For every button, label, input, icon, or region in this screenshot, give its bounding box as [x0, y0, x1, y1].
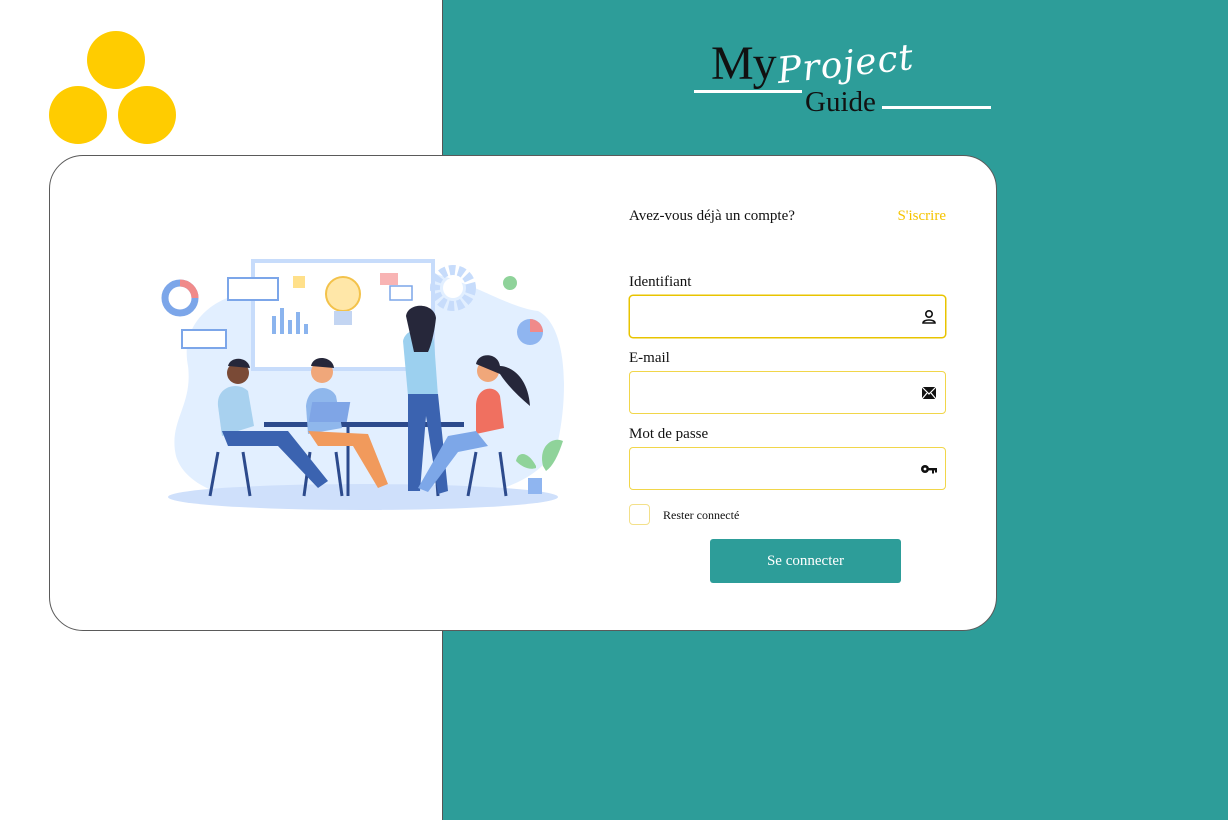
remember-me-label: Rester connecté — [663, 508, 740, 522]
mail-icon — [921, 386, 937, 400]
password-field[interactable] — [629, 447, 946, 491]
email-label: E-mail — [629, 350, 670, 366]
login-card: Avez-vous déjà un compte? S'iscrire Iden… — [49, 155, 997, 631]
signup-link[interactable]: S'iscrire — [897, 208, 946, 225]
password-label: Mot de passe — [629, 426, 709, 442]
remember-me-checkbox[interactable] — [629, 504, 650, 525]
password-input[interactable] — [638, 448, 912, 491]
email-field[interactable] — [629, 371, 946, 415]
team-meeting-illustration — [161, 259, 564, 510]
login-button[interactable]: Se connecter — [710, 539, 901, 583]
logo-underline-right — [882, 106, 991, 109]
myprojectguide-logo: My Project Guide — [693, 34, 993, 118]
user-icon — [922, 309, 936, 324]
logo-guide-text: Guide — [805, 86, 876, 118]
logo-project-text: Project — [775, 36, 916, 93]
key-icon — [921, 465, 937, 474]
username-label: Identifiant — [629, 274, 692, 290]
logo-my-text: My — [711, 37, 777, 90]
yellow-dot — [87, 31, 145, 89]
yellow-dot — [49, 86, 107, 144]
yellow-dot — [118, 86, 176, 144]
username-field[interactable] — [629, 295, 946, 339]
username-input[interactable] — [638, 296, 912, 339]
brand-dots-logo — [48, 30, 178, 145]
has-account-question: Avez-vous déjà un compte? — [629, 208, 795, 224]
email-input[interactable] — [638, 372, 912, 415]
